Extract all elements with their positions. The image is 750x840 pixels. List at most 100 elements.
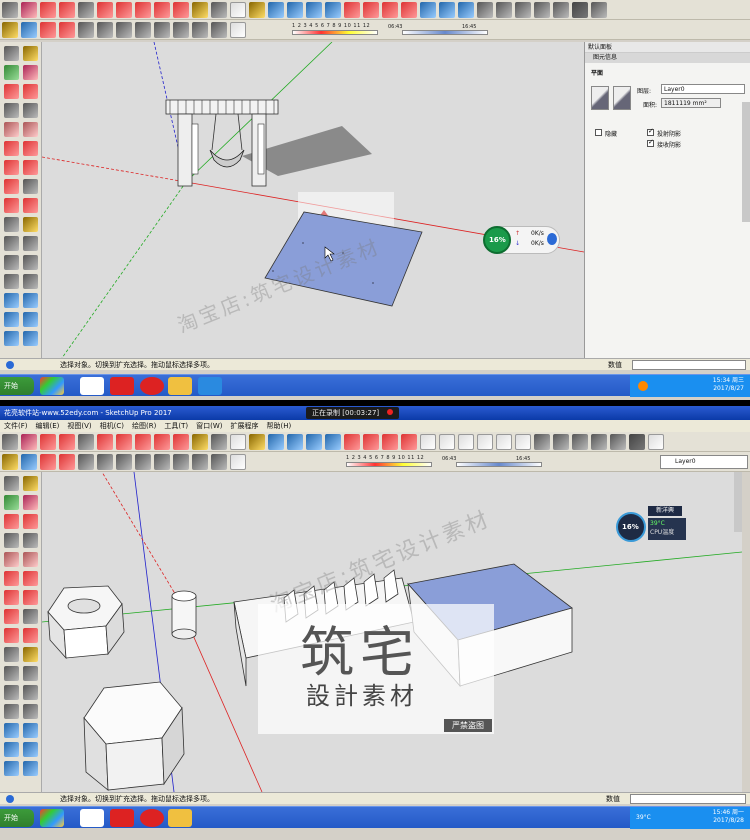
layout-icon[interactable] bbox=[401, 2, 417, 18]
text-icon[interactable] bbox=[23, 255, 38, 270]
line-icon[interactable] bbox=[4, 514, 19, 529]
section-plane-icon[interactable] bbox=[78, 22, 94, 38]
record-app-icon[interactable] bbox=[140, 809, 164, 827]
walk-icon[interactable] bbox=[40, 22, 56, 38]
zoom-extents-icon[interactable] bbox=[4, 761, 19, 776]
mic-icon[interactable] bbox=[439, 2, 455, 18]
pie-icon[interactable] bbox=[23, 160, 38, 175]
browser-app-icon[interactable] bbox=[40, 377, 64, 395]
sketchup-app-icon[interactable] bbox=[110, 809, 134, 827]
vcb-input[interactable] bbox=[630, 794, 746, 804]
tray-scrollbar[interactable] bbox=[742, 102, 750, 222]
warehouse-icon[interactable] bbox=[344, 434, 360, 450]
share-model-icon[interactable] bbox=[382, 434, 398, 450]
search-icon[interactable] bbox=[21, 22, 37, 38]
axes-icon[interactable] bbox=[4, 704, 19, 719]
push-pull-icon[interactable] bbox=[116, 434, 132, 450]
hex-nut-model[interactable] bbox=[47, 585, 125, 660]
move-icon[interactable] bbox=[97, 434, 113, 450]
menu-item[interactable]: 相机(C) bbox=[96, 420, 128, 432]
polygon-icon[interactable] bbox=[23, 552, 38, 567]
section-plane-icon[interactable] bbox=[78, 454, 94, 470]
share-model-icon[interactable] bbox=[382, 2, 398, 18]
modeling-viewport[interactable]: 淘宝店:筑宅设计素材 16% ↑ 0K/s ↓ 0K/s bbox=[42, 42, 584, 358]
front-view-icon[interactable] bbox=[458, 434, 474, 450]
text-icon[interactable] bbox=[23, 685, 38, 700]
rectangle-icon[interactable] bbox=[78, 2, 94, 18]
warehouse-icon[interactable] bbox=[344, 2, 360, 18]
menu-item[interactable]: 工具(T) bbox=[160, 420, 192, 432]
shaded-icon[interactable] bbox=[591, 2, 607, 18]
dimension-icon[interactable] bbox=[23, 236, 38, 251]
sandbox-icon[interactable] bbox=[154, 22, 170, 38]
feather-app-icon[interactable] bbox=[80, 377, 104, 395]
component-icon[interactable] bbox=[23, 476, 38, 491]
offset-icon[interactable] bbox=[192, 2, 208, 18]
offset-icon[interactable] bbox=[192, 434, 208, 450]
zoom-extents-icon[interactable] bbox=[4, 331, 19, 346]
component-icon[interactable] bbox=[2, 22, 18, 38]
move-icon[interactable] bbox=[4, 179, 19, 194]
freehand-icon[interactable] bbox=[23, 84, 38, 99]
paint-bucket-icon[interactable] bbox=[4, 65, 19, 80]
push-pull-icon[interactable] bbox=[23, 179, 38, 194]
menu-item[interactable]: 绘图(R) bbox=[128, 420, 160, 432]
circle-icon[interactable] bbox=[4, 552, 19, 567]
pan-icon[interactable] bbox=[287, 2, 303, 18]
arc-icon[interactable] bbox=[59, 434, 75, 450]
follow-me-icon[interactable] bbox=[154, 434, 170, 450]
3d-text-icon[interactable] bbox=[23, 274, 38, 289]
time-bar[interactable] bbox=[402, 30, 488, 35]
protractor-icon[interactable] bbox=[135, 454, 151, 470]
stamp-icon[interactable] bbox=[192, 454, 208, 470]
select-icon[interactable] bbox=[2, 434, 18, 450]
eraser-icon[interactable] bbox=[23, 495, 38, 510]
hidden-line-icon[interactable] bbox=[572, 434, 588, 450]
move-icon[interactable] bbox=[4, 609, 19, 624]
zoom-extents-icon[interactable] bbox=[325, 434, 341, 450]
xray-icon[interactable] bbox=[534, 434, 550, 450]
component-icon[interactable] bbox=[23, 46, 38, 61]
freehand-icon[interactable] bbox=[23, 514, 38, 529]
pergola-model[interactable] bbox=[165, 99, 279, 187]
wps-app-icon[interactable] bbox=[198, 377, 222, 395]
arc-icon[interactable] bbox=[59, 2, 75, 18]
zoom-icon[interactable] bbox=[306, 2, 322, 18]
stamp-icon[interactable] bbox=[192, 22, 208, 38]
polygon-icon[interactable] bbox=[23, 122, 38, 137]
axes-icon[interactable] bbox=[97, 22, 113, 38]
push-pull-icon[interactable] bbox=[23, 609, 38, 624]
hide-checkbox[interactable] bbox=[595, 129, 602, 136]
text-icon[interactable] bbox=[230, 434, 246, 450]
follow-me-icon[interactable] bbox=[23, 628, 38, 643]
orbit-icon[interactable] bbox=[268, 434, 284, 450]
move-icon[interactable] bbox=[97, 2, 113, 18]
orbit-icon[interactable] bbox=[4, 723, 19, 738]
protractor-icon[interactable] bbox=[4, 685, 19, 700]
menu-item[interactable]: 帮助(H) bbox=[262, 420, 295, 432]
monochrome-icon[interactable] bbox=[629, 434, 645, 450]
smoove-icon[interactable] bbox=[173, 454, 189, 470]
back-view-icon[interactable] bbox=[553, 2, 569, 18]
two-point-arc-icon[interactable] bbox=[23, 571, 38, 586]
menu-item[interactable]: 编辑(E) bbox=[32, 420, 64, 432]
sandbox-icon[interactable] bbox=[154, 454, 170, 470]
rotated-rectangle-icon[interactable] bbox=[23, 103, 38, 118]
scale-icon[interactable] bbox=[4, 217, 19, 232]
grid-icon[interactable] bbox=[648, 434, 664, 450]
start-button[interactable]: 开始 bbox=[0, 809, 34, 827]
protractor-icon[interactable] bbox=[135, 22, 151, 38]
shadow-time-slider[interactable]: 1 2 3 4 5 6 7 8 9 10 11 12 06:43 16:45 bbox=[292, 23, 552, 37]
view-icon[interactable] bbox=[420, 434, 436, 450]
record-app-icon[interactable] bbox=[140, 377, 164, 395]
pan-icon[interactable] bbox=[23, 723, 38, 738]
pencil-icon[interactable] bbox=[40, 2, 56, 18]
rotate-icon[interactable] bbox=[135, 2, 151, 18]
scale-icon[interactable] bbox=[173, 2, 189, 18]
component-icon[interactable] bbox=[2, 454, 18, 470]
offset-icon[interactable] bbox=[23, 217, 38, 232]
recorder-bar[interactable]: 正在录制 [00:03:27] bbox=[306, 407, 400, 419]
hex-prism-model[interactable] bbox=[83, 681, 185, 791]
menu-item[interactable]: 窗口(W) bbox=[192, 420, 226, 432]
tape-measure-icon[interactable] bbox=[4, 666, 19, 681]
